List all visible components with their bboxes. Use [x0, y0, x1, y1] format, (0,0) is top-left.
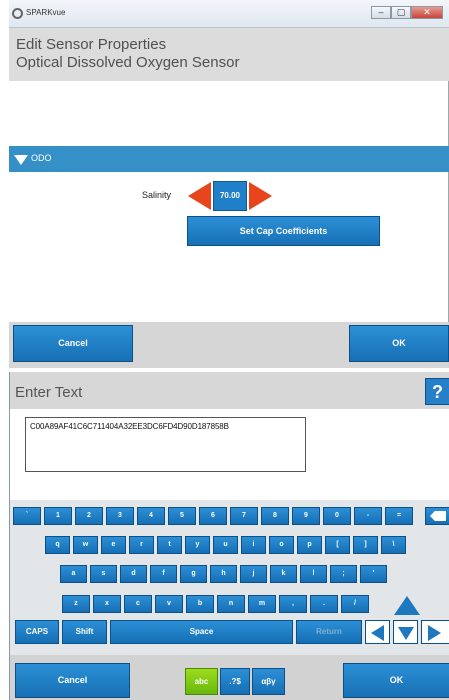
key[interactable]: s — [90, 565, 117, 583]
text-input-value: C00A89AF41C6C711404A32EE3DC6FD4D90D18785… — [30, 422, 229, 431]
key[interactable]: m — [248, 595, 276, 613]
key[interactable]: l — [300, 565, 327, 583]
mode-greek-button[interactable]: αβγ — [252, 668, 285, 695]
ok-button[interactable]: OK — [349, 325, 449, 362]
key[interactable]: 8 — [261, 507, 289, 525]
backspace-icon — [430, 511, 446, 521]
text-input[interactable]: C00A89AF41C6C711404A32EE3DC6FD4D90D18785… — [25, 417, 306, 472]
key[interactable]: ' — [360, 565, 387, 583]
cancel-button[interactable]: Cancel — [13, 325, 133, 362]
key[interactable]: 6 — [199, 507, 227, 525]
edit-sensor-window: SPARKvue – ▢ ✕ Edit Sensor Properties Op… — [9, 0, 449, 368]
section-label: ODO — [31, 153, 52, 163]
arrow-left-key[interactable] — [365, 620, 390, 644]
key[interactable]: j — [240, 565, 267, 583]
key[interactable]: - — [354, 507, 382, 525]
key[interactable]: r — [129, 536, 154, 554]
title-bar: SPARKvue – ▢ ✕ — [9, 0, 449, 28]
help-icon[interactable]: ? — [425, 378, 449, 405]
mode-symbols-button[interactable]: .?$ — [220, 668, 250, 695]
arrow-right-key[interactable] — [421, 620, 449, 644]
key[interactable]: g — [180, 565, 207, 583]
key[interactable]: ` — [13, 507, 41, 525]
return-key[interactable]: Return — [296, 620, 362, 644]
key[interactable]: f — [150, 565, 177, 583]
key[interactable]: c — [124, 595, 152, 613]
key[interactable]: h — [210, 565, 237, 583]
key[interactable]: y — [185, 536, 210, 554]
arrow-right-icon — [428, 625, 441, 641]
key[interactable]: z — [62, 595, 90, 613]
key[interactable]: ; — [330, 565, 357, 583]
key[interactable]: d — [120, 565, 147, 583]
key[interactable]: x — [93, 595, 121, 613]
dialog-header: Enter Text ? — [10, 372, 449, 409]
app-title: SPARKvue — [26, 8, 66, 17]
key[interactable]: 0 — [323, 507, 351, 525]
key[interactable]: 7 — [230, 507, 258, 525]
key[interactable]: n — [217, 595, 245, 613]
mode-abc-button[interactable]: abc — [185, 668, 218, 695]
backspace-key[interactable] — [425, 507, 449, 525]
page-header: Edit Sensor Properties Optical Dissolved… — [9, 28, 449, 81]
key[interactable]: 5 — [168, 507, 196, 525]
key[interactable]: [ — [325, 536, 350, 554]
key[interactable]: / — [341, 595, 369, 613]
shift-key[interactable]: Shift — [62, 620, 107, 644]
key[interactable]: t — [157, 536, 182, 554]
ok-text-button[interactable]: OK — [343, 663, 449, 698]
key[interactable]: b — [186, 595, 214, 613]
decrease-arrow-icon[interactable] — [188, 182, 211, 210]
key[interactable]: 3 — [106, 507, 134, 525]
key[interactable]: 4 — [137, 507, 165, 525]
caps-key[interactable]: CAPS — [15, 620, 59, 644]
arrow-left-icon — [371, 625, 384, 641]
minimize-button[interactable]: – — [371, 6, 391, 19]
key[interactable]: a — [60, 565, 87, 583]
odo-section-header[interactable]: ODO — [9, 146, 449, 172]
key[interactable]: u — [213, 536, 238, 554]
maximize-button[interactable]: ▢ — [391, 6, 411, 19]
key[interactable]: i — [241, 536, 266, 554]
cancel-text-button[interactable]: Cancel — [15, 663, 130, 698]
key[interactable]: 2 — [75, 507, 103, 525]
page-title: Edit Sensor Properties — [16, 36, 167, 53]
app-icon — [12, 8, 23, 19]
key[interactable]: p — [297, 536, 322, 554]
enter-text-dialog: Enter Text ? C00A89AF41C6C711404A32EE3DC… — [9, 372, 449, 700]
key[interactable]: e — [101, 536, 126, 554]
key[interactable]: , — [279, 595, 307, 613]
arrow-down-icon — [398, 627, 414, 640]
key[interactable]: v — [155, 595, 183, 613]
arrow-up-key[interactable] — [394, 596, 420, 615]
key[interactable]: . — [310, 595, 338, 613]
set-cap-coefficients-button[interactable]: Set Cap Coefficients — [187, 216, 380, 246]
key[interactable]: 9 — [292, 507, 320, 525]
space-key[interactable]: Space — [110, 620, 293, 644]
key[interactable]: o — [269, 536, 294, 554]
sensor-name: Optical Dissolved Oxygen Sensor — [16, 54, 240, 71]
collapse-triangle-icon — [14, 155, 28, 165]
key[interactable]: = — [385, 507, 413, 525]
key[interactable]: \ — [381, 536, 406, 554]
key[interactable]: 1 — [44, 507, 72, 525]
key[interactable]: k — [270, 565, 297, 583]
salinity-label: Salinity — [142, 190, 172, 200]
dialog-title: Enter Text — [15, 384, 83, 401]
arrow-down-key[interactable] — [393, 620, 418, 644]
salinity-value-field[interactable]: 70.00 — [213, 181, 247, 211]
key[interactable]: w — [73, 536, 98, 554]
close-button[interactable]: ✕ — [411, 6, 443, 19]
key[interactable]: q — [45, 536, 70, 554]
increase-arrow-icon[interactable] — [249, 182, 272, 210]
key[interactable]: ] — [353, 536, 378, 554]
